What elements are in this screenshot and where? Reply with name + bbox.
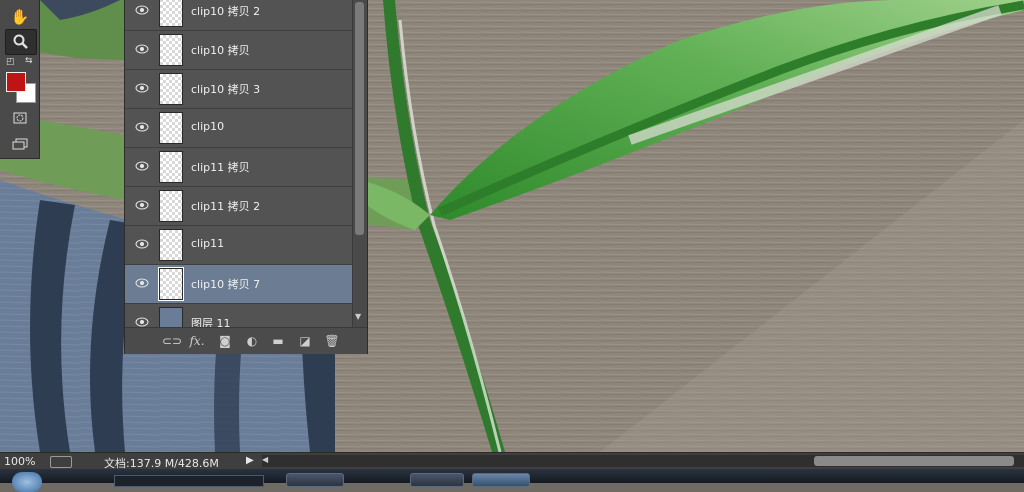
- adjustment-icon[interactable]: ◐: [244, 333, 260, 349]
- screen-mode-icon[interactable]: [5, 132, 35, 156]
- status-menu-arrow-icon[interactable]: ▶: [246, 455, 254, 466]
- visibility-eye-icon[interactable]: [135, 278, 149, 288]
- scroll-down-arrow-icon[interactable]: ▼: [355, 312, 361, 321]
- layer-name: clip10: [191, 120, 225, 133]
- layer-name: clip11 拷贝 2: [191, 200, 261, 213]
- layers-panel: clip10 拷贝 2 clip10 拷贝 clip10 拷贝 3 clip10…: [124, 0, 368, 354]
- layer-row[interactable]: clip10: [125, 109, 352, 148]
- visibility-eye-icon[interactable]: [135, 44, 149, 54]
- layer-name: clip10 拷贝 2: [191, 5, 261, 18]
- quick-mask-icon[interactable]: [5, 106, 35, 130]
- layer-name: clip10 拷贝: [191, 44, 250, 57]
- layers-scrollbar[interactable]: ▼: [352, 0, 367, 327]
- layer-thumbnail: [158, 267, 184, 301]
- visibility-eye-icon[interactable]: [135, 5, 149, 15]
- layer-name: clip10 拷贝 7: [191, 278, 261, 291]
- layer-name: 图层 11: [191, 317, 231, 327]
- taskbar-app-button[interactable]: [410, 473, 464, 487]
- folder-icon[interactable]: ▬: [270, 333, 286, 349]
- layer-thumbnail: [159, 307, 183, 327]
- layer-thumbnail: [159, 112, 183, 144]
- new-layer-icon[interactable]: ◪: [297, 333, 313, 349]
- layer-row[interactable]: clip10 拷贝 3: [125, 70, 352, 109]
- layers-footer: ⊂⊃ fx. ◙ ◐ ▬ ◪ 🗑: [125, 327, 367, 354]
- layer-row[interactable]: 图层 11: [125, 304, 352, 327]
- visibility-eye-icon[interactable]: [135, 317, 149, 327]
- visibility-eye-icon[interactable]: [135, 161, 149, 171]
- layer-row[interactable]: clip10 拷贝: [125, 31, 352, 70]
- horizontal-scrollbar[interactable]: ◀: [262, 455, 1024, 467]
- visibility-eye-icon[interactable]: [135, 200, 149, 210]
- layer-name: clip11: [191, 237, 225, 250]
- link-icon[interactable]: ⊂⊃: [162, 333, 182, 349]
- layer-row[interactable]: clip11 拷贝: [125, 148, 352, 187]
- layer-name: clip10 拷贝 3: [191, 83, 261, 96]
- layer-thumbnail: [159, 229, 183, 261]
- start-button-icon[interactable]: [12, 472, 42, 492]
- default-colors-icon[interactable]: ◰: [6, 57, 15, 67]
- layer-list: clip10 拷贝 2 clip10 拷贝 clip10 拷贝 3 clip10…: [125, 0, 352, 327]
- status-bar: 100% 文档:137.9 M/428.6M ▶ ◀: [0, 452, 1024, 470]
- visibility-eye-icon[interactable]: [135, 239, 149, 249]
- zoom-preview-icon: [50, 456, 72, 468]
- quick-launch-icon[interactable]: [70, 473, 100, 485]
- swap-colors-icon[interactable]: ⇆: [25, 56, 33, 66]
- layer-row[interactable]: clip11 拷贝 2: [125, 187, 352, 226]
- zoom-tool-icon[interactable]: [5, 29, 37, 55]
- os-taskbar: [0, 469, 1024, 492]
- layer-name: clip11 拷贝: [191, 161, 250, 174]
- taskbar-app-button[interactable]: [286, 473, 344, 487]
- tools-panel: ✋ ◰ ⇆: [0, 0, 40, 159]
- foreground-color-swatch[interactable]: [6, 72, 26, 92]
- layer-row[interactable]: clip10 拷贝 2: [125, 0, 352, 31]
- layer-thumbnail: [159, 190, 183, 222]
- fx-icon[interactable]: fx.: [189, 333, 205, 349]
- visibility-eye-icon[interactable]: [135, 83, 149, 93]
- visibility-eye-icon[interactable]: [135, 122, 149, 132]
- layer-thumbnail: [159, 151, 183, 183]
- layer-row[interactable]: clip11: [125, 226, 352, 265]
- scroll-left-arrow-icon[interactable]: ◀: [262, 455, 268, 464]
- hand-tool-icon[interactable]: ✋: [5, 5, 35, 29]
- layer-row-selected[interactable]: clip10 拷贝 7: [125, 265, 352, 304]
- taskbar-address-input[interactable]: [114, 475, 264, 487]
- layer-thumbnail: [159, 34, 183, 66]
- taskbar-app-icon[interactable]: [360, 473, 390, 485]
- layer-thumbnail: [159, 73, 183, 105]
- zoom-level[interactable]: 100%: [4, 455, 35, 468]
- trash-icon[interactable]: 🗑: [324, 333, 340, 349]
- layer-thumbnail: [159, 0, 183, 27]
- horizontal-scroll-thumb[interactable]: [814, 456, 1014, 466]
- mask-icon[interactable]: ◙: [217, 333, 233, 349]
- taskbar-app-button-active[interactable]: [472, 473, 530, 487]
- layers-scroll-thumb[interactable]: [355, 2, 364, 235]
